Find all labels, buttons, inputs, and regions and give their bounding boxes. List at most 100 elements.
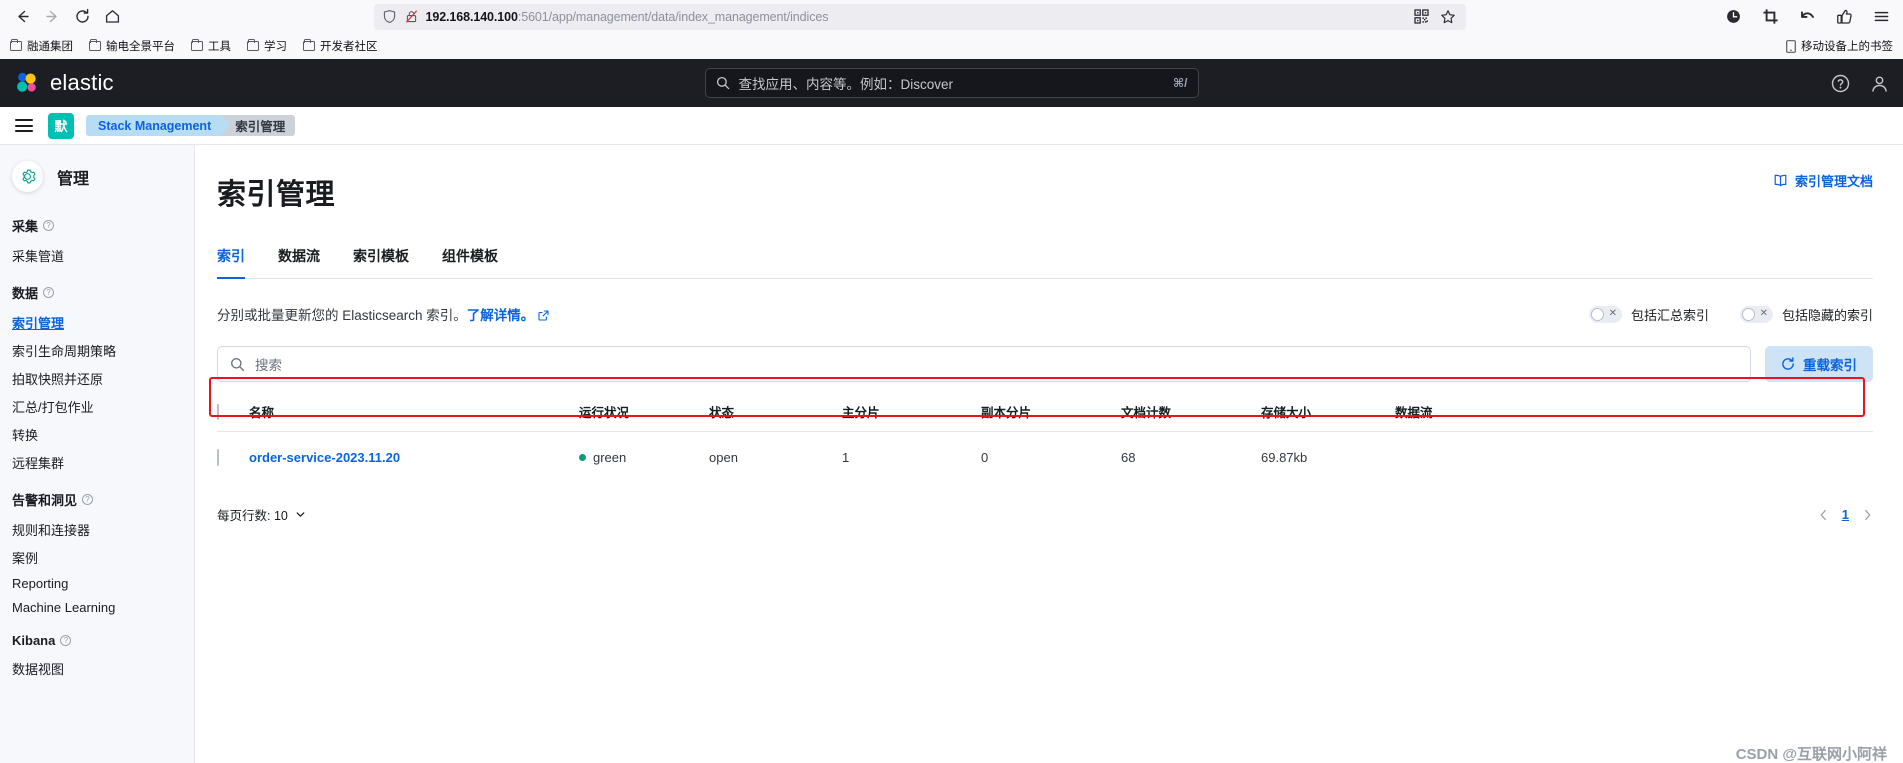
search-icon xyxy=(230,357,245,372)
breadcrumb-item-stack-management[interactable]: Stack Management xyxy=(86,115,231,136)
breadcrumb-item-index-management[interactable]: 索引管理 xyxy=(221,115,296,136)
user-avatar-icon[interactable] xyxy=(1870,74,1889,93)
help-circle-icon[interactable]: ? xyxy=(82,494,94,505)
browser-toolbar-right xyxy=(1713,3,1895,31)
sidebar-item-ingest-pipelines[interactable]: 采集管道 xyxy=(0,241,194,269)
sidebar-item-rollup-jobs[interactable]: 汇总/打包作业 xyxy=(0,392,194,420)
row-checkbox[interactable] xyxy=(217,449,219,466)
save-to-pocket-icon[interactable] xyxy=(1830,3,1858,31)
switch-control[interactable]: ✕ xyxy=(1588,305,1622,323)
sidebar-item-rules-connectors[interactable]: 规则和连接器 xyxy=(0,515,194,543)
column-header-status[interactable]: 状态 xyxy=(709,402,842,432)
cell-status: open xyxy=(709,450,738,465)
sidebar-item-index-lifecycle-policies[interactable]: 索引生命周期策略 xyxy=(0,336,194,364)
column-header-replicas[interactable]: 副本分片 xyxy=(981,402,1121,432)
sidebar-item-machine-learning[interactable]: Machine Learning xyxy=(0,595,194,619)
mobile-bookmarks-label: 移动设备上的书签 xyxy=(1801,41,1893,53)
screenshot-crop-icon[interactable] xyxy=(1756,3,1784,31)
sidebar-title-label: 管理 xyxy=(57,170,90,188)
sidebar-group-kibana: Kibana ? 数据视图 xyxy=(0,633,194,682)
reload-indices-button[interactable]: 重载索引 xyxy=(1765,346,1873,382)
table-row[interactable]: order-service-2023.11.20 green open 1 0 … xyxy=(217,432,1873,484)
home-button[interactable] xyxy=(98,3,126,31)
qr-code-icon[interactable] xyxy=(1413,9,1429,24)
undo-arrow-icon[interactable] xyxy=(1793,3,1821,31)
hamburger-menu-icon[interactable] xyxy=(12,116,36,135)
lock-broken-icon[interactable] xyxy=(404,9,419,24)
column-header-health[interactable]: 运行状况 xyxy=(579,402,709,432)
app-body: 管理 采集 ? 采集管道 数据 ? 索引管理 索引生命周期策略 拍取快照并还原 … xyxy=(0,145,1903,763)
page-number-1[interactable]: 1 xyxy=(1842,507,1849,522)
sidebar-item-index-management[interactable]: 索引管理 xyxy=(0,308,194,336)
column-header-docs-count[interactable]: 文档计数 xyxy=(1121,402,1261,432)
bookmark-item[interactable]: 融通集团 xyxy=(10,38,73,54)
mobile-bookmarks-item[interactable]: 移动设备上的书签 xyxy=(1786,38,1893,54)
url-bar[interactable]: 192.168.140.100:5601/app/management/data… xyxy=(373,3,1466,30)
folder-icon xyxy=(247,38,259,51)
index-management-docs-link[interactable]: 索引管理文档 xyxy=(1773,171,1873,190)
tab-indices[interactable]: 索引 xyxy=(217,246,245,279)
global-search-input[interactable]: 查找应用、内容等。例如：Discover ⌘/ xyxy=(704,68,1199,98)
select-all-checkbox[interactable] xyxy=(217,403,219,420)
chevron-left-icon[interactable] xyxy=(1818,509,1829,521)
column-header-primaries[interactable]: 主分片 xyxy=(842,402,981,432)
forward-button[interactable] xyxy=(38,3,66,31)
help-circle-icon[interactable]: ? xyxy=(43,287,55,298)
switch-control[interactable]: ✕ xyxy=(1739,305,1773,323)
toggle-include-hidden-indices[interactable]: ✕ 包括隐藏的索引 xyxy=(1739,305,1873,324)
url-bar-icons xyxy=(1413,9,1458,25)
index-name-link[interactable]: order-service-2023.11.20 xyxy=(249,450,400,465)
bookmark-item[interactable]: 工具 xyxy=(191,38,231,54)
column-header-data-stream[interactable]: 数据流 xyxy=(1395,402,1873,432)
cell-docs-count: 68 xyxy=(1121,450,1136,465)
history-clock-icon[interactable] xyxy=(1719,3,1747,31)
sidebar-item-transforms[interactable]: 转换 xyxy=(0,420,194,448)
bookmark-item[interactable]: 输电全景平台 xyxy=(89,38,175,54)
sidebar-item-data-views[interactable]: 数据视图 xyxy=(0,654,194,682)
health-label: green xyxy=(593,450,627,465)
index-search-placeholder: 搜索 xyxy=(255,358,282,373)
sidebar-item-cases[interactable]: 案例 xyxy=(0,543,194,571)
sidebar: 管理 采集 ? 采集管道 数据 ? 索引管理 索引生命周期策略 拍取快照并还原 … xyxy=(0,145,195,763)
index-search-input[interactable]: 搜索 xyxy=(217,346,1751,382)
chevron-right-icon[interactable] xyxy=(1862,509,1873,521)
back-button[interactable] xyxy=(8,3,36,31)
reload-button[interactable] xyxy=(68,3,96,31)
star-icon[interactable] xyxy=(1440,9,1456,25)
cell-index-name: order-service-2023.11.20 xyxy=(249,432,579,484)
elastic-brand[interactable]: elastic xyxy=(14,70,114,96)
bookmark-label: 学习 xyxy=(264,41,287,53)
bookmark-item[interactable]: 学习 xyxy=(247,38,287,54)
rows-per-page-label: 每页行数: 10 xyxy=(217,509,288,523)
breadcrumb-bar: 默 Stack Management 索引管理 xyxy=(0,107,1903,145)
sidebar-group-data: 数据 ? 索引管理 索引生命周期策略 拍取快照并还原 汇总/打包作业 转换 远程… xyxy=(0,283,194,476)
learn-more-link[interactable]: 了解详情。 xyxy=(467,308,535,323)
select-all-header xyxy=(217,402,249,432)
tab-component-templates[interactable]: 组件模板 xyxy=(442,246,498,279)
toggle-include-rollup-indices[interactable]: ✕ 包括汇总索引 xyxy=(1588,305,1709,324)
menu-icon[interactable] xyxy=(1867,3,1895,31)
health-dot-icon xyxy=(579,454,586,461)
sidebar-item-remote-clusters[interactable]: 远程集群 xyxy=(0,448,194,476)
elastic-top-header: elastic 查找应用、内容等。例如：Discover ⌘/ xyxy=(0,59,1903,107)
help-circle-icon[interactable]: ? xyxy=(43,220,55,231)
column-header-storage-size[interactable]: 存储大小 xyxy=(1261,402,1395,432)
help-icon[interactable] xyxy=(1831,74,1850,93)
cell-storage-size: 69.87kb xyxy=(1261,450,1308,465)
sidebar-group-title: 告警和洞见 xyxy=(12,493,78,508)
sidebar-title: 管理 xyxy=(0,161,194,192)
rows-per-page-selector[interactable]: 每页行数: 10 xyxy=(217,505,306,524)
space-badge[interactable]: 默 xyxy=(48,112,74,139)
indices-table-body: order-service-2023.11.20 green open 1 0 … xyxy=(217,432,1873,484)
elastic-brand-name: elastic xyxy=(50,70,114,95)
column-header-name[interactable]: 名称 xyxy=(249,402,579,432)
bookmark-item[interactable]: 开发者社区 xyxy=(303,38,378,54)
sidebar-item-reporting[interactable]: Reporting xyxy=(0,571,194,595)
sidebar-item-snapshot-restore[interactable]: 拍取快照并还原 xyxy=(0,364,194,392)
tab-index-templates[interactable]: 索引模板 xyxy=(353,246,409,279)
switch-knob xyxy=(1741,307,1755,321)
tab-data-streams[interactable]: 数据流 xyxy=(278,246,320,279)
description-row: 分别或批量更新您的 Elasticsearch 索引。了解详情。 ✕ 包括汇总索… xyxy=(217,304,1873,324)
cell-replicas: 0 xyxy=(981,450,989,465)
help-circle-icon[interactable]: ? xyxy=(60,635,72,646)
